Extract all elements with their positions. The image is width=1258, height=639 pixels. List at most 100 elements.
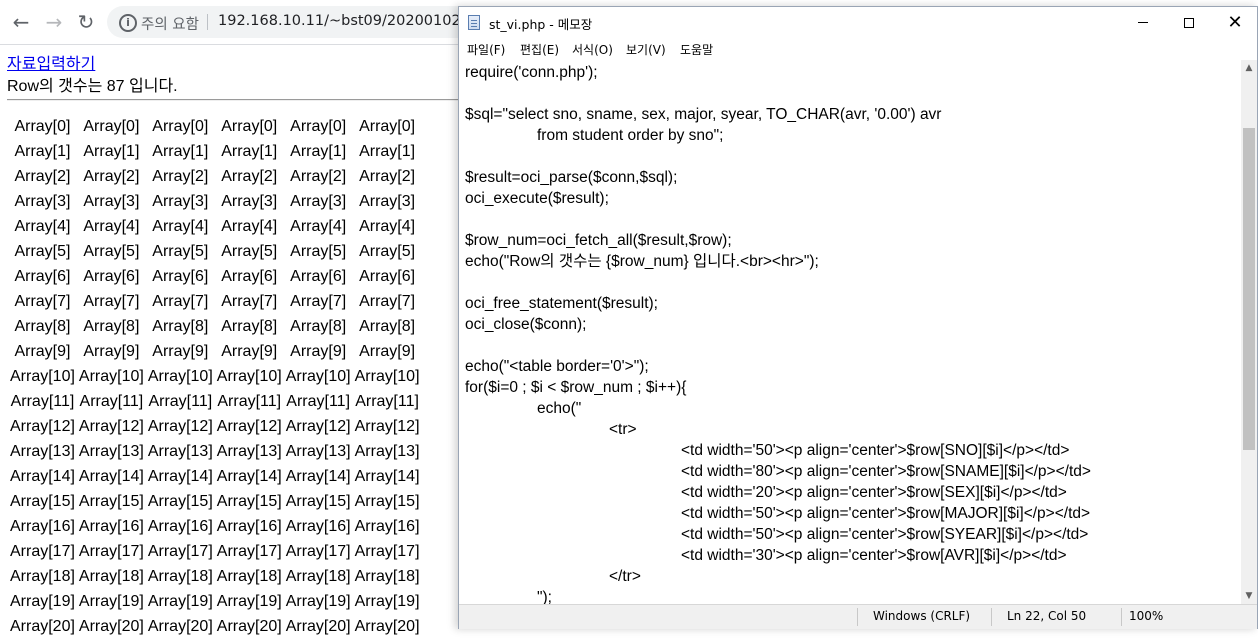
scroll-up-icon[interactable]: ▲ bbox=[1241, 60, 1257, 76]
code-line[interactable]: <td width='50'><p align='center'>$row[SY… bbox=[681, 524, 1088, 545]
table-row: Array[12] Array[12] Array[12] Array[12] Arra… bbox=[9, 414, 421, 439]
table-cell: Array[10] bbox=[147, 367, 213, 385]
code-line[interactable]: echo("Row의 갯수는 {$row_num} 입니다.<br><hr>")… bbox=[465, 251, 819, 272]
code-line[interactable]: <td width='80'><p align='center'>$row[SN… bbox=[681, 461, 1091, 482]
table-cell: Array[12] bbox=[216, 417, 282, 435]
table-cell: Array[19] bbox=[147, 592, 213, 610]
table-cell: Array[13] bbox=[78, 442, 144, 460]
reload-icon[interactable]: ↻ bbox=[74, 10, 98, 34]
table-cell: Array[7] bbox=[14, 292, 71, 310]
table-cell: Array[17] bbox=[354, 542, 420, 560]
table-cell: Array[18] bbox=[78, 567, 144, 585]
table-cell: Array[16] bbox=[285, 517, 351, 535]
scrollbar-thumb[interactable] bbox=[1243, 128, 1255, 450]
minimize-button[interactable] bbox=[1120, 7, 1166, 38]
table-cell: Array[14] bbox=[147, 467, 213, 485]
table-row: Array[11] Array[11] Array[11] Array[11] Arra… bbox=[9, 389, 421, 414]
code-line[interactable]: <td width='50'><p align='center'>$row[SN… bbox=[681, 440, 1069, 461]
table-row: Array[9] Array[9] Array[9] Array[9] Array[9]… bbox=[9, 339, 421, 364]
table-cell: Array[8] bbox=[83, 317, 140, 335]
code-line[interactable]: echo("<table border='0'>"); bbox=[465, 356, 649, 377]
table-cell: Array[0] bbox=[290, 117, 347, 135]
table-cell: Array[0] bbox=[221, 117, 278, 135]
code-line[interactable]: oci_free_statement($result); bbox=[465, 293, 658, 314]
table-row: Array[4] Array[4] Array[4] Array[4] Array[4]… bbox=[9, 214, 421, 239]
menu-file[interactable]: 파일(F) bbox=[467, 41, 505, 58]
table-row: Array[14] Array[14] Array[14] Array[14] Arra… bbox=[9, 464, 421, 489]
forward-arrow-icon[interactable]: → bbox=[42, 10, 66, 34]
close-button[interactable]: ✕ bbox=[1212, 7, 1258, 38]
code-line[interactable]: $sql="select sno, sname, sex, major, sye… bbox=[465, 104, 941, 125]
text-editor[interactable]: require('conn.php'); $sql="select sno, sn… bbox=[459, 60, 1241, 604]
code-line[interactable]: echo(" bbox=[537, 398, 581, 419]
table-row: Array[3] Array[3] Array[3] Array[3] Array[3]… bbox=[9, 189, 421, 214]
back-arrow-icon[interactable]: ← bbox=[9, 10, 33, 34]
zoom-status: 100% bbox=[1129, 609, 1164, 623]
code-line[interactable]: oci_close($conn); bbox=[465, 314, 586, 335]
table-cell: Array[20] bbox=[78, 617, 144, 635]
vertical-scrollbar[interactable]: ▲ ▼ bbox=[1241, 60, 1257, 604]
code-line[interactable]: "); bbox=[537, 587, 552, 604]
table-cell: Array[14] bbox=[78, 467, 144, 485]
table-cell: Array[8] bbox=[290, 317, 347, 335]
table-cell: Array[10] bbox=[285, 367, 351, 385]
table-cell: Array[2] bbox=[359, 167, 416, 185]
table-cell: Array[16] bbox=[78, 517, 144, 535]
table-cell: Array[7] bbox=[152, 292, 209, 310]
table-cell: Array[12] bbox=[147, 417, 213, 435]
table-cell: Array[0] bbox=[83, 117, 140, 135]
table-cell: Array[19] bbox=[78, 592, 144, 610]
data-entry-link[interactable]: 자료입력하기 bbox=[7, 50, 95, 74]
code-line[interactable]: oci_execute($result); bbox=[465, 188, 609, 209]
row-count-text: Row의 갯수는 87 입니다. bbox=[7, 78, 178, 95]
table-cell: Array[16] bbox=[10, 517, 75, 535]
array-table: Array[0] Array[0] Array[0] Array[0] Array[0]… bbox=[7, 114, 423, 639]
info-icon[interactable]: i bbox=[119, 14, 137, 32]
table-cell: Array[5] bbox=[221, 242, 278, 260]
table-cell: Array[18] bbox=[285, 567, 351, 585]
scroll-down-icon[interactable]: ▼ bbox=[1241, 588, 1257, 604]
table-cell: Array[7] bbox=[83, 292, 140, 310]
menu-format[interactable]: 서식(O) bbox=[572, 41, 613, 58]
minimize-icon bbox=[1138, 22, 1148, 23]
table-cell: Array[11] bbox=[355, 392, 419, 410]
table-cell: Array[14] bbox=[216, 467, 282, 485]
table-cell: Array[5] bbox=[14, 242, 71, 260]
table-row: Array[7] Array[7] Array[7] Array[7] Array[7]… bbox=[9, 289, 421, 314]
table-cell: Array[8] bbox=[14, 317, 71, 335]
code-line[interactable]: for($i=0 ; $i < $row_num ; $i++){ bbox=[465, 377, 686, 398]
table-cell: Array[1] bbox=[290, 142, 347, 160]
table-cell: Array[7] bbox=[290, 292, 347, 310]
code-line[interactable]: <td width='50'><p align='center'>$row[MA… bbox=[681, 503, 1090, 524]
table-cell: Array[4] bbox=[14, 217, 71, 235]
code-line[interactable]: $row_num=oci_fetch_all($result,$row); bbox=[465, 230, 732, 251]
table-cell: Array[17] bbox=[147, 542, 213, 560]
table-row: Array[5] Array[5] Array[5] Array[5] Array[5]… bbox=[9, 239, 421, 264]
notepad-titlebar[interactable]: st_vi.php - 메모장 ✕ bbox=[459, 7, 1257, 38]
menu-edit[interactable]: 편집(E) bbox=[520, 41, 559, 58]
code-line[interactable]: <td width='20'><p align='center'>$row[SE… bbox=[681, 482, 1067, 503]
table-cell: Array[0] bbox=[14, 117, 71, 135]
menu-help[interactable]: 도움말 bbox=[680, 41, 713, 58]
maximize-icon bbox=[1184, 17, 1194, 28]
security-warning[interactable]: 주의 요함 bbox=[141, 13, 199, 34]
code-line[interactable]: require('conn.php'); bbox=[465, 62, 598, 83]
table-cell: Array[4] bbox=[221, 217, 278, 235]
table-cell: Array[9] bbox=[14, 342, 71, 360]
menu-view[interactable]: 보기(V) bbox=[626, 41, 666, 58]
maximize-button[interactable] bbox=[1166, 7, 1212, 38]
table-cell: Array[11] bbox=[217, 392, 282, 410]
code-line[interactable]: from student order by sno"; bbox=[537, 125, 723, 146]
code-line[interactable]: <tr> bbox=[609, 419, 637, 440]
notepad-window: st_vi.php - 메모장 ✕ 파일(F) 편집(E) 서식(O) 보기(V… bbox=[458, 6, 1258, 629]
table-cell: Array[1] bbox=[152, 142, 209, 160]
table-cell: Array[3] bbox=[152, 192, 209, 210]
code-line[interactable]: $result=oci_parse($conn,$sql); bbox=[465, 167, 677, 188]
code-line[interactable]: </tr> bbox=[609, 566, 641, 587]
code-line[interactable]: <td width='30'><p align='center'>$row[AV… bbox=[681, 545, 1067, 566]
table-cell: Array[18] bbox=[10, 567, 75, 585]
table-cell: Array[16] bbox=[216, 517, 282, 535]
status-divider bbox=[857, 608, 858, 626]
table-cell: Array[1] bbox=[221, 142, 278, 160]
table-cell: Array[14] bbox=[285, 467, 351, 485]
